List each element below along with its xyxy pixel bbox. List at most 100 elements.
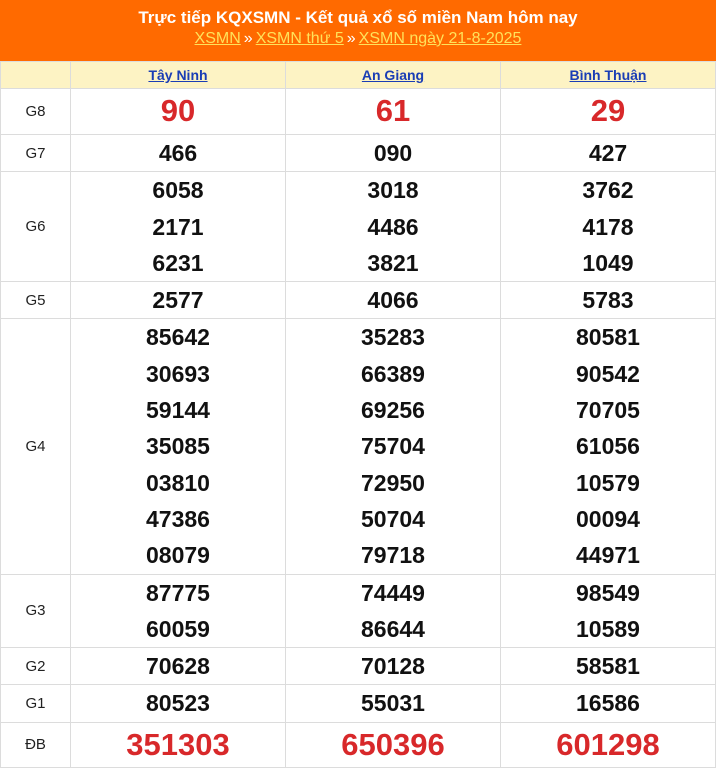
table-row: G8 90 61 29 — [0, 88, 716, 135]
result-number: 5783 — [582, 287, 634, 314]
prize-label: G8 — [0, 88, 71, 135]
result-number: 10589 — [576, 615, 640, 642]
result-number: 72950 — [361, 469, 425, 496]
breadcrumb-separator: » — [346, 30, 356, 47]
result-cell: 351303 — [70, 721, 286, 768]
result-cell: 5783 — [500, 281, 716, 320]
result-number: 10579 — [576, 469, 640, 496]
table-row: G5 2577 4066 5783 — [0, 281, 716, 320]
results-table: Tây Ninh An Giang Bình Thuận G8 90 61 29 G7 4… — [0, 61, 716, 768]
result-number: 3018 — [367, 177, 419, 204]
result-number: 90542 — [576, 360, 640, 387]
result-cell: 2577 — [70, 281, 286, 320]
result-cell: 70128 — [285, 647, 501, 686]
result-cell: 4066 — [285, 281, 501, 320]
result-cell: 90 — [70, 88, 286, 135]
table-row: ĐB 351303 650396 601298 — [0, 721, 716, 768]
result-number: 00094 — [576, 505, 640, 532]
table-row: G2 70628 70128 58581 — [0, 647, 716, 686]
result-number: 35085 — [146, 433, 210, 460]
result-cell: 427 — [500, 133, 716, 173]
breadcrumb-xsmn[interactable]: XSMN — [195, 30, 241, 47]
table-row: G4 85642 30693 59144 35085 03810 47386 08079 352… — [0, 318, 716, 575]
result-cell: 466 — [70, 133, 286, 173]
result-number: 87775 — [146, 579, 210, 606]
breadcrumb: XSMN» XSMN thứ 5» XSMN ngày 21-8-2025 — [0, 28, 716, 50]
result-number: 3821 — [367, 249, 419, 276]
result-number: 4178 — [582, 213, 634, 240]
result-number: 4486 — [367, 213, 419, 240]
result-cell: 55031 — [285, 684, 501, 723]
result-number: 50704 — [361, 505, 425, 532]
result-cell: 98549 10589 — [500, 573, 716, 649]
province-link-tay-ninh[interactable]: Tây Ninh — [148, 67, 207, 83]
result-number: 61 — [375, 93, 411, 129]
result-number: 351303 — [126, 726, 230, 762]
result-number: 601298 — [556, 726, 660, 762]
result-number: 85642 — [146, 324, 210, 351]
result-number: 74449 — [361, 579, 425, 606]
result-number: 6231 — [152, 249, 204, 276]
result-number: 90 — [160, 93, 196, 129]
results-body: G8 90 61 29 G7 466 090 427 G6 6058 2171 6231 3018 448… — [0, 88, 716, 768]
table-header-row: Tây Ninh An Giang Bình Thuận — [0, 61, 716, 89]
result-number: 650396 — [341, 726, 445, 762]
result-cell: 3018 4486 3821 — [285, 171, 501, 283]
prize-header-cell — [0, 61, 71, 89]
result-number: 98549 — [576, 579, 640, 606]
breadcrumb-xsmn-date[interactable]: XSMN ngày 21-8-2025 — [359, 30, 522, 47]
result-number: 80581 — [576, 324, 640, 351]
prize-label: G3 — [0, 573, 71, 649]
result-cell: 650396 — [285, 721, 501, 768]
result-number: 80523 — [146, 690, 210, 717]
result-number: 86644 — [361, 615, 425, 642]
result-cell: 601298 — [500, 721, 716, 768]
prize-label: ĐB — [0, 721, 71, 768]
result-number: 30693 — [146, 360, 210, 387]
result-number: 03810 — [146, 469, 210, 496]
result-number: 60059 — [146, 615, 210, 642]
result-number: 3762 — [582, 177, 634, 204]
result-number: 59144 — [146, 397, 210, 424]
result-number: 427 — [588, 140, 628, 166]
result-cell: 74449 86644 — [285, 573, 501, 649]
result-number: 70705 — [576, 397, 640, 424]
result-cell: 61 — [285, 88, 501, 135]
result-number: 1049 — [582, 249, 634, 276]
province-link-an-giang[interactable]: An Giang — [362, 67, 424, 83]
result-number: 75704 — [361, 433, 425, 460]
result-number: 466 — [158, 140, 198, 166]
result-cell: 6058 2171 6231 — [70, 171, 286, 283]
prize-label: G2 — [0, 647, 71, 686]
result-number: 61056 — [576, 433, 640, 460]
result-cell: 16586 — [500, 684, 716, 723]
province-link-binh-thuan[interactable]: Bình Thuận — [570, 67, 647, 83]
prize-label: G7 — [0, 133, 71, 173]
result-cell: 85642 30693 59144 35085 03810 47386 08079 — [70, 318, 286, 575]
result-number: 08079 — [146, 542, 210, 569]
result-number: 4066 — [367, 287, 419, 314]
result-number: 16586 — [576, 690, 640, 717]
result-cell: 70628 — [70, 647, 286, 686]
result-cell: 87775 60059 — [70, 573, 286, 649]
page-header: Trực tiếp KQXSMN - Kết quả xổ số miền Na… — [0, 0, 716, 61]
result-number: 44971 — [576, 542, 640, 569]
prize-label: G6 — [0, 171, 71, 283]
result-cell: 29 — [500, 88, 716, 135]
result-number: 2171 — [152, 213, 204, 240]
breadcrumb-separator: » — [243, 30, 253, 47]
result-number: 69256 — [361, 397, 425, 424]
result-number: 6058 — [152, 177, 204, 204]
result-number: 29 — [590, 93, 626, 129]
province-header: Bình Thuận — [500, 61, 716, 89]
result-number: 66389 — [361, 360, 425, 387]
province-header: An Giang — [285, 61, 501, 89]
prize-label: G1 — [0, 684, 71, 723]
result-number: 55031 — [361, 690, 425, 717]
result-number: 70128 — [361, 653, 425, 680]
result-cell: 58581 — [500, 647, 716, 686]
prize-label: G5 — [0, 281, 71, 320]
breadcrumb-xsmn-thu5[interactable]: XSMN thứ 5 — [256, 30, 344, 47]
table-row: G1 80523 55031 16586 — [0, 684, 716, 723]
prize-label: G4 — [0, 318, 71, 575]
